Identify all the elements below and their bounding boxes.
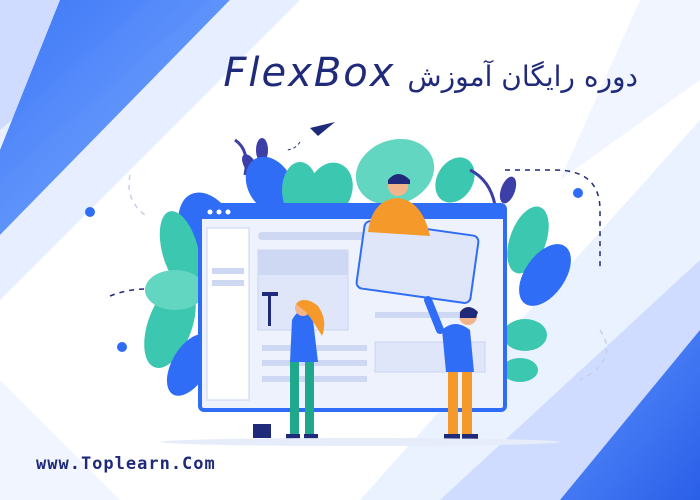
title-flexbox: FlexBox: [223, 50, 396, 96]
paint-bucket: [253, 424, 271, 438]
paper-plane-icon: [284, 122, 335, 151]
course-banner: FlexBox دوره رایگان آموزش www.Toplearn.C…: [0, 0, 700, 500]
banner-title: FlexBox دوره رایگان آموزش: [223, 50, 638, 96]
website-url: www.Toplearn.Com: [36, 454, 216, 474]
right-leaves: [502, 206, 571, 382]
title-persian: دوره رایگان آموزش: [407, 60, 638, 93]
